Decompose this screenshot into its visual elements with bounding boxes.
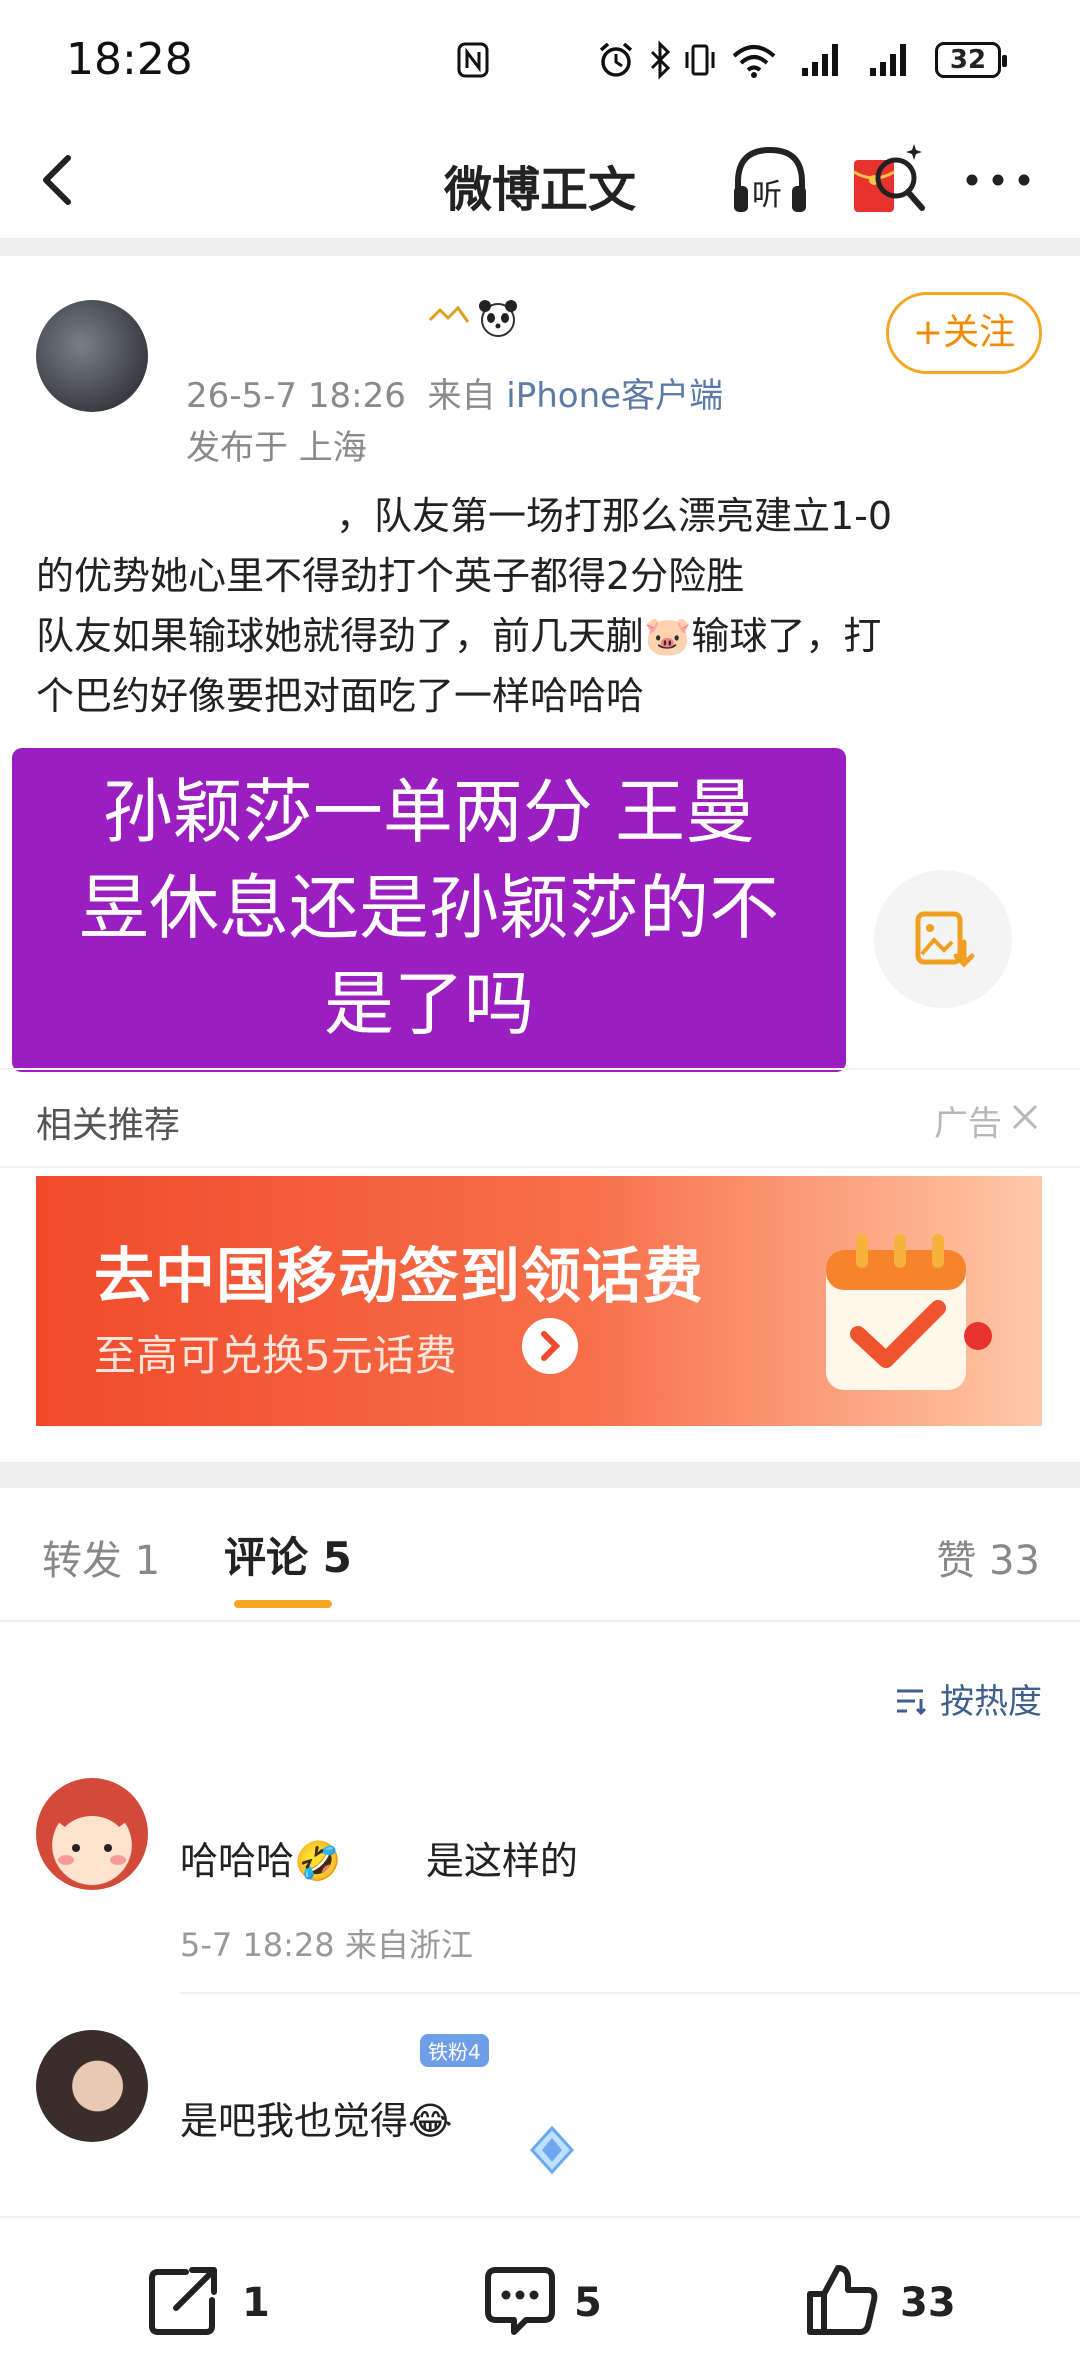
chevron-right-icon xyxy=(522,1318,578,1374)
share-icon xyxy=(149,2267,217,2335)
tab-like[interactable]: 赞 33 xyxy=(936,1528,1040,1586)
source-prefix: 来自 xyxy=(427,376,496,416)
bluetooth-icon xyxy=(650,40,671,80)
divider xyxy=(0,1620,1080,1622)
wifi-icon xyxy=(732,45,776,78)
comment-icon xyxy=(485,2267,555,2335)
diamond-sparkle-icon xyxy=(529,2125,575,2175)
more-button[interactable] xyxy=(962,160,1034,200)
comment-button[interactable]: 5 xyxy=(482,2262,622,2338)
image-text-line: 昱休息还是孙颖莎的不 xyxy=(79,867,779,949)
signal-icon xyxy=(870,44,906,76)
image-text-line: 孙颖莎一单两分 王曼 xyxy=(102,771,756,853)
repost-count: 1 xyxy=(242,2280,270,2326)
post-meta: 26-5-7 18:26 来自 iPhone客户端 xyxy=(186,368,723,417)
alarm-icon xyxy=(599,42,633,77)
like-count: 33 xyxy=(900,2280,956,2326)
divider xyxy=(180,1992,1080,1994)
image-download-icon xyxy=(915,911,975,968)
post-source: iPhone客户端 xyxy=(506,376,724,416)
signal-icon xyxy=(802,44,838,76)
save-image-button[interactable] xyxy=(874,870,1012,1008)
divider xyxy=(0,1068,1080,1070)
post-line: 的优势她心里不得劲打个英子都得2分险胜 xyxy=(36,554,745,598)
sort-icon xyxy=(897,1689,927,1716)
fan-badge: 铁粉4 xyxy=(420,2034,489,2067)
repost-button[interactable]: 1 xyxy=(146,2262,286,2338)
nav-bar: 微博正文 听 xyxy=(0,120,1080,238)
tab-repost[interactable]: 转发 1 xyxy=(42,1528,160,1586)
post-body: ，队友第一场打那么漂亮建立1-0 的优势她心里不得劲打个英子都得2分险胜 队友如… xyxy=(36,486,1046,726)
nfc-icon xyxy=(457,42,489,78)
post-timestamp: 26-5-7 18:26 xyxy=(186,376,406,416)
bottom-action-bar: 1 5 33 xyxy=(0,2216,1080,2373)
status-bar: 18:28 32 xyxy=(0,0,1080,120)
post-line: ，队友第一场打那么漂亮建立1-0 xyxy=(336,494,893,538)
listen-button[interactable]: 听 xyxy=(728,140,812,220)
vibrate-icon xyxy=(685,44,715,76)
like-button[interactable]: 33 xyxy=(804,2262,964,2338)
calendar-check-icon xyxy=(826,1234,992,1390)
active-tab-indicator xyxy=(234,1600,332,1608)
ad-subtitle: 至高可兑换5元话费 xyxy=(94,1331,457,1380)
related-label: 相关推荐 xyxy=(36,1105,181,1146)
post-image[interactable]: 孙颖莎一单两分 王曼 昱休息还是孙颖莎的不 是了吗 xyxy=(12,748,846,1072)
comment-count: 5 xyxy=(574,2280,602,2326)
status-time: 18:28 xyxy=(66,34,193,85)
section-gap xyxy=(0,238,1080,256)
post-line: 个巴约好像要把对面吃了一样哈哈哈 xyxy=(36,674,645,718)
close-ad-icon[interactable] xyxy=(1010,1096,1040,1136)
post-line: 队友如果输球她就得劲了，前几天蒯🐷输球了，打 xyxy=(36,614,882,658)
section-gap xyxy=(0,1462,1080,1488)
post-location: 发布于 上海 xyxy=(186,428,367,468)
comment-text: 哈哈哈🤣 是这样的 xyxy=(180,1839,578,1883)
ad-banner[interactable]: 去中国移动签到领话费 至高可兑换5元话费 xyxy=(36,1176,1042,1426)
battery-indicator: 32 xyxy=(935,42,1007,78)
sort-button[interactable]: 按热度 xyxy=(893,1674,1042,1723)
panda-icon xyxy=(479,300,517,337)
commenter-avatar[interactable] xyxy=(36,2030,148,2142)
commenter-avatar[interactable] xyxy=(36,1778,148,1890)
ad-title: 去中国移动签到领话费 xyxy=(94,1242,704,1312)
divider xyxy=(0,1166,1080,1168)
red-envelope-button[interactable] xyxy=(848,138,928,222)
image-text-line: 是了吗 xyxy=(324,963,534,1045)
follow-button[interactable]: +关注 xyxy=(886,292,1042,374)
comment-meta: 5-7 18:28 来自浙江 xyxy=(180,1926,473,1964)
thumbs-up-icon xyxy=(807,2265,878,2335)
cartoon-face-icon xyxy=(46,1786,138,1880)
ad-label: 广告 xyxy=(934,1104,1002,1144)
tab-comment[interactable]: 评论 5 xyxy=(224,1524,352,1585)
listen-label: 听 xyxy=(752,178,782,213)
comment-text: 是吧我也觉得😂 xyxy=(180,2099,453,2143)
author-avatar[interactable] xyxy=(36,300,148,412)
